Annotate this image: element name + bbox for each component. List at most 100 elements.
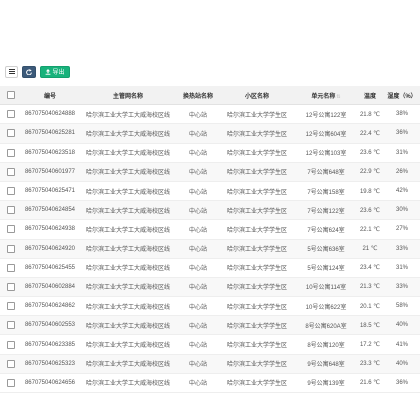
row-checkbox[interactable] <box>7 244 15 253</box>
cell-id: 867075040624854 <box>24 207 76 214</box>
table-row[interactable]: 867075040601977 哈尔滨工业大学工大威海校区线 中心站 哈尔滨工业大学学… <box>0 162 420 182</box>
cell-temperature: 23.6 ℃ <box>359 150 381 157</box>
col-header-unit[interactable]: 单元名称⇅ <box>296 86 356 106</box>
cell-station: 中心站 <box>188 323 207 330</box>
cell-unit: 7号公寓624室 <box>307 227 345 234</box>
table-row[interactable]: 867075040625281 哈尔滨工业大学工大威海校区线 中心站 哈尔滨工业大学学… <box>0 123 420 144</box>
cell-unit: 7号公寓122室 <box>307 208 345 215</box>
cell-temperature: 23.6 ℃ <box>359 207 381 214</box>
cell-community: 哈尔滨工业大学学生区 <box>226 227 287 234</box>
table-row[interactable]: 867075040625471 哈尔滨工业大学工大威海校区线 中心站 哈尔滨工业大学学… <box>0 181 420 201</box>
row-checkbox[interactable] <box>7 359 15 368</box>
cell-humidity: 41% <box>395 341 408 348</box>
col-header-community[interactable]: 小区名称 <box>218 86 296 106</box>
row-checkbox[interactable] <box>7 321 15 330</box>
cell-humidity: 33% <box>395 245 408 252</box>
cell-id: 867075040625455 <box>24 264 76 271</box>
row-checkbox[interactable] <box>7 129 15 138</box>
row-checkbox[interactable] <box>7 148 15 157</box>
cell-humidity: 31% <box>395 149 408 156</box>
table-row[interactable]: 867075040624656 哈尔滨工业大学工大威海校区线 中心站 哈尔滨工业大学学… <box>0 373 420 393</box>
row-checkbox[interactable] <box>7 206 15 215</box>
cell-community: 哈尔滨工业大学学生区 <box>226 112 287 119</box>
col-header-station[interactable]: 换热站名称 <box>178 86 218 106</box>
table-row[interactable]: 867075040625455 哈尔滨工业大学工大威海校区线 中心站 哈尔滨工业大学学… <box>0 258 420 278</box>
cell-humidity: 27% <box>395 226 408 233</box>
row-select-cell <box>0 181 22 200</box>
table-row[interactable]: 867075040623385 哈尔滨工业大学工大威海校区线 中心站 哈尔滨工业大学学… <box>0 335 420 355</box>
select-all-checkbox[interactable] <box>7 91 15 100</box>
cell-unit: 12号公寓604室 <box>305 131 347 138</box>
table-row[interactable]: 867075040625323 哈尔滨工业大学工大威海校区线 中心站 哈尔滨工业大学学… <box>0 354 420 374</box>
menu-button[interactable] <box>5 65 18 78</box>
export-button[interactable]: 导出 <box>40 65 70 78</box>
cell-station: 中心站 <box>188 227 207 234</box>
cell-pipeline: 哈尔滨工业大学工大威海校区线 <box>85 285 170 292</box>
table-row[interactable]: 867075040623518 哈尔滨工业大学工大威海校区线 中心站 哈尔滨工业大学学… <box>0 143 420 163</box>
row-select-cell <box>0 316 22 335</box>
cell-pipeline: 哈尔滨工业大学工大威海校区线 <box>85 112 170 119</box>
cell-pipeline: 哈尔滨工业大学工大威海校区线 <box>85 247 170 254</box>
cell-station: 中心站 <box>188 266 207 273</box>
refresh-icon <box>26 68 32 75</box>
table-row[interactable]: 867075040624862 哈尔滨工业大学工大威海校区线 中心站 哈尔滨工业大学学… <box>0 297 420 316</box>
cell-unit: 7号公寓158室 <box>307 189 345 196</box>
cell-station: 中心站 <box>188 362 207 369</box>
cell-station: 中心站 <box>188 170 207 177</box>
row-checkbox[interactable] <box>7 378 15 387</box>
table-row[interactable]: 867075040624938 哈尔滨工业大学工大威海校区线 中心站 哈尔滨工业大学学… <box>0 220 420 239</box>
cell-unit: 12号公寓103室 <box>305 151 347 158</box>
row-checkbox[interactable] <box>7 110 15 119</box>
table-row[interactable]: 867075040624888 哈尔滨工业大学工大威海校区线 中心站 哈尔滨工业大学学… <box>0 105 420 124</box>
export-icon <box>46 68 51 75</box>
sort-icon[interactable]: ⇅ <box>336 94 340 100</box>
cell-humidity: 26% <box>395 168 408 175</box>
cell-temperature: 22.9 ℃ <box>359 169 381 176</box>
cell-temperature: 19.8 ℃ <box>359 188 381 195</box>
cell-id: 867075040624888 <box>24 111 76 118</box>
cell-pipeline: 哈尔滨工业大学工大威海校区线 <box>85 266 170 273</box>
table-header-row: 编号 主管网名称 换热站名称 小区名称 单元名称⇅ 温度 湿度（%） <box>0 86 420 106</box>
row-select-cell <box>0 277 22 296</box>
row-checkbox[interactable] <box>7 302 15 311</box>
cell-humidity: 33% <box>395 283 408 290</box>
data-table: 编号 主管网名称 换热站名称 小区名称 单元名称⇅ 温度 湿度（%） 86707… <box>0 86 420 393</box>
cell-pipeline: 哈尔滨工业大学工大威海校区线 <box>85 151 170 158</box>
cell-station: 中心站 <box>188 285 207 292</box>
col-header-humidity-label: 湿度（%） <box>387 93 417 100</box>
cell-id: 867075040624656 <box>24 379 76 386</box>
row-checkbox[interactable] <box>7 263 15 272</box>
cell-station: 中心站 <box>188 381 207 388</box>
row-select-cell <box>0 335 22 354</box>
table-row[interactable]: 867075040602884 哈尔滨工业大学工大威海校区线 中心站 哈尔滨工业大学学… <box>0 277 420 297</box>
table-row[interactable]: 867075040624920 哈尔滨工业大学工大威海校区线 中心站 哈尔滨工业大学学… <box>0 239 420 259</box>
col-header-pipeline[interactable]: 主管网名称 <box>78 86 178 106</box>
cell-station: 中心站 <box>188 304 207 311</box>
col-header-temperature[interactable]: 温度 <box>356 86 384 106</box>
cell-id: 867075040601977 <box>24 168 76 175</box>
row-checkbox[interactable] <box>7 225 15 234</box>
table-row[interactable]: 867075040624854 哈尔滨工业大学工大威海校区线 中心站 哈尔滨工业大学学… <box>0 200 420 220</box>
row-checkbox[interactable] <box>7 187 15 196</box>
col-header-id[interactable]: 编号 <box>22 86 78 106</box>
row-checkbox[interactable] <box>7 340 15 349</box>
cell-humidity: 38% <box>395 111 408 118</box>
cell-unit: 7号公寓648室 <box>307 170 345 177</box>
cell-humidity: 58% <box>395 303 408 310</box>
cell-pipeline: 哈尔滨工业大学工大威海校区线 <box>85 170 170 177</box>
cell-humidity: 42% <box>395 188 408 195</box>
row-checkbox[interactable] <box>7 282 15 291</box>
col-header-humidity[interactable]: 湿度（%） <box>384 86 420 106</box>
row-select-cell <box>0 201 22 220</box>
cell-community: 哈尔滨工业大学学生区 <box>226 343 287 350</box>
export-label: 导出 <box>52 70 65 76</box>
cell-community: 哈尔滨工业大学学生区 <box>226 208 287 215</box>
refresh-button[interactable] <box>22 65 36 78</box>
cell-station: 中心站 <box>188 247 207 254</box>
table-row[interactable]: 867075040602553 哈尔滨工业大学工大威海校区线 中心站 哈尔滨工业大学学… <box>0 315 420 335</box>
cell-humidity: 31% <box>395 264 408 271</box>
cell-pipeline: 哈尔滨工业大学工大威海校区线 <box>85 304 170 311</box>
cell-station: 中心站 <box>188 131 207 138</box>
row-checkbox[interactable] <box>7 167 15 176</box>
cell-humidity: 36% <box>395 130 408 137</box>
